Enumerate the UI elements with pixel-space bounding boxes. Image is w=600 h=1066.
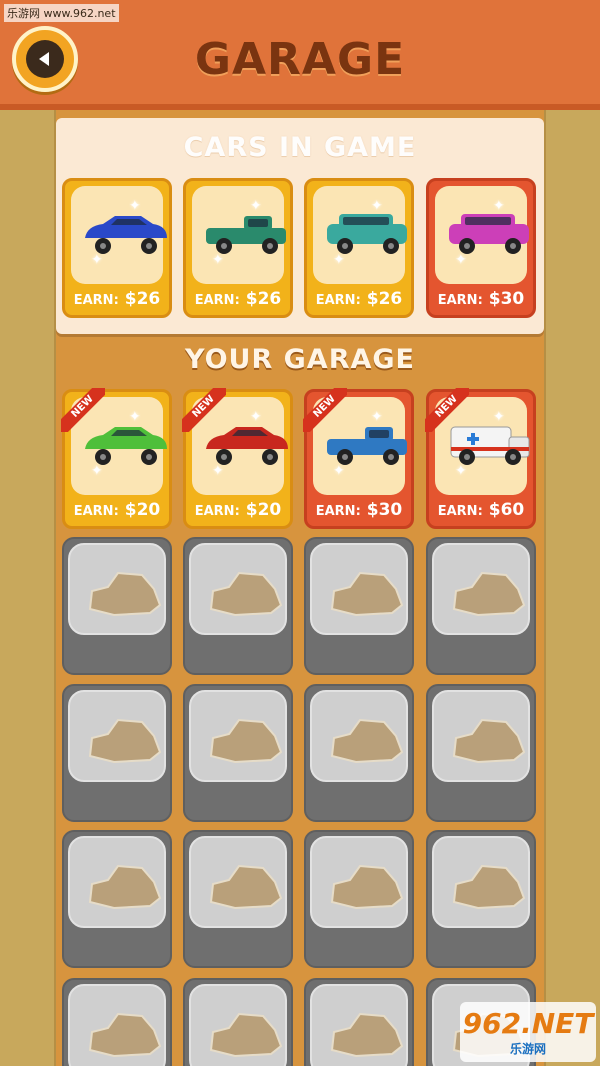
new-badge: NEW bbox=[182, 388, 226, 432]
your-garage-title: YOUR GARAGE bbox=[184, 344, 415, 375]
empty-garage-slot[interactable] bbox=[183, 537, 293, 675]
slot-face bbox=[310, 690, 408, 782]
sparkle-icon: ✦ bbox=[91, 252, 103, 268]
your_garage-car-card-4[interactable]: ✦ ✦ EARN: $60 NEW bbox=[425, 388, 536, 529]
earn-label: EARN: $26 bbox=[73, 289, 161, 309]
car-display: ✦ ✦ bbox=[435, 186, 529, 284]
sparkle-icon: ✦ bbox=[333, 463, 345, 479]
sparkle-icon: ✦ bbox=[212, 463, 224, 479]
sparkle-icon: ✦ bbox=[250, 198, 262, 214]
slot-face bbox=[432, 690, 530, 782]
empty-garage-slot[interactable] bbox=[304, 978, 414, 1066]
slot-face bbox=[310, 543, 408, 635]
teal-suv-icon bbox=[327, 214, 407, 254]
empty-garage-slot[interactable] bbox=[304, 684, 414, 822]
car-silhouette-icon bbox=[330, 718, 404, 764]
empty-garage-slot[interactable] bbox=[183, 830, 293, 968]
earn-label: EARN: $20 bbox=[194, 500, 282, 520]
sparkle-icon: ✦ bbox=[129, 198, 141, 214]
new-badge: NEW bbox=[61, 388, 105, 432]
slot-face bbox=[310, 984, 408, 1066]
empty-garage-slot[interactable] bbox=[426, 537, 536, 675]
car-silhouette-icon bbox=[330, 1012, 404, 1058]
slot-face bbox=[189, 690, 287, 782]
empty-garage-slot[interactable] bbox=[62, 537, 172, 675]
sparkle-icon: ✦ bbox=[129, 409, 141, 425]
sparkle-icon: ✦ bbox=[493, 409, 505, 425]
header-bar: 乐游网 www.962.net GARAGE bbox=[0, 0, 600, 110]
cars_in_game-car-card-1[interactable]: ✦ ✦ EARN: $26 bbox=[62, 178, 172, 318]
car-silhouette-icon bbox=[330, 571, 404, 617]
slot-face bbox=[189, 984, 287, 1066]
car-silhouette-icon bbox=[209, 571, 283, 617]
page-title: GARAGE bbox=[194, 34, 406, 85]
empty-garage-slot[interactable] bbox=[183, 684, 293, 822]
car-display: ✦ ✦ bbox=[313, 186, 407, 284]
earn-label: EARN: $30 bbox=[437, 289, 525, 309]
empty-garage-slot[interactable] bbox=[183, 978, 293, 1066]
slot-face bbox=[68, 543, 166, 635]
car-silhouette-icon bbox=[88, 571, 162, 617]
car-silhouette-icon bbox=[452, 718, 526, 764]
green-pickup-truck-icon bbox=[206, 216, 286, 254]
slot-face bbox=[189, 836, 287, 928]
cars_in_game-car-card-3[interactable]: ✦ ✦ EARN: $26 bbox=[304, 178, 414, 318]
cars_in_game-car-card-4[interactable]: ✦ ✦ EARN: $30 bbox=[426, 178, 536, 318]
your_garage-car-card-2[interactable]: ✦ ✦ EARN: $20 NEW bbox=[182, 388, 293, 529]
sparkle-icon: ✦ bbox=[333, 252, 345, 268]
car-silhouette-icon bbox=[452, 864, 526, 910]
empty-garage-slot[interactable] bbox=[426, 830, 536, 968]
car-silhouette-icon bbox=[88, 1012, 162, 1058]
car-silhouette-icon bbox=[209, 718, 283, 764]
empty-garage-slot[interactable] bbox=[304, 537, 414, 675]
earn-label: EARN: $26 bbox=[315, 289, 403, 309]
sparkle-icon: ✦ bbox=[371, 198, 383, 214]
sparkle-icon: ✦ bbox=[493, 198, 505, 214]
right-rail bbox=[544, 110, 600, 1066]
sparkle-icon: ✦ bbox=[455, 463, 467, 479]
earn-label: EARN: $26 bbox=[194, 289, 282, 309]
empty-garage-slot[interactable] bbox=[304, 830, 414, 968]
watermark-logo: 962.NET 乐游网 bbox=[460, 1002, 596, 1062]
slot-face bbox=[68, 836, 166, 928]
car-display: ✦ ✦ bbox=[192, 186, 286, 284]
slot-face bbox=[432, 543, 530, 635]
car-silhouette-icon bbox=[330, 864, 404, 910]
slot-face bbox=[68, 690, 166, 782]
car-silhouette-icon bbox=[88, 718, 162, 764]
car-display: ✦ ✦ bbox=[71, 186, 167, 284]
slot-face bbox=[189, 543, 287, 635]
cars_in_game-car-card-2[interactable]: ✦ ✦ EARN: $26 bbox=[183, 178, 293, 318]
watermark-top: 乐游网 www.962.net bbox=[4, 4, 119, 22]
sparkle-icon: ✦ bbox=[250, 409, 262, 425]
sparkle-icon: ✦ bbox=[91, 463, 103, 479]
blue-sports-car-icon bbox=[85, 216, 167, 254]
pink-suv-icon bbox=[449, 214, 529, 254]
left-rail bbox=[0, 110, 56, 1066]
earn-label: EARN: $20 bbox=[73, 500, 161, 520]
empty-garage-slot[interactable] bbox=[62, 978, 172, 1066]
slot-face bbox=[310, 836, 408, 928]
empty-garage-slot[interactable] bbox=[426, 684, 536, 822]
empty-garage-slot[interactable] bbox=[62, 830, 172, 968]
earn-label: EARN: $60 bbox=[437, 500, 525, 520]
empty-garage-slot[interactable] bbox=[62, 684, 172, 822]
car-silhouette-icon bbox=[209, 1012, 283, 1058]
new-badge: NEW bbox=[303, 388, 347, 432]
cars-in-game-title: CARS IN GAME bbox=[183, 132, 417, 163]
your_garage-car-card-3[interactable]: ✦ ✦ EARN: $30 NEW bbox=[303, 388, 414, 529]
slot-face bbox=[432, 836, 530, 928]
car-silhouette-icon bbox=[209, 864, 283, 910]
sparkle-icon: ✦ bbox=[212, 252, 224, 268]
slot-face bbox=[68, 984, 166, 1066]
your_garage-car-card-1[interactable]: ✦ ✦ EARN: $20 NEW bbox=[61, 388, 172, 529]
car-silhouette-icon bbox=[88, 864, 162, 910]
new-badge: NEW bbox=[425, 388, 469, 432]
sparkle-icon: ✦ bbox=[371, 409, 383, 425]
sparkle-icon: ✦ bbox=[455, 252, 467, 268]
car-silhouette-icon bbox=[452, 571, 526, 617]
earn-label: EARN: $30 bbox=[315, 500, 403, 520]
